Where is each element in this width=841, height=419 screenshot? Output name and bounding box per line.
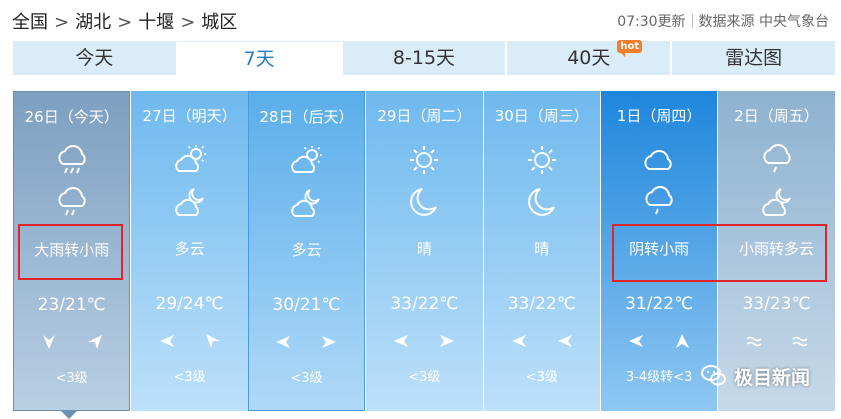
wind-east-icon <box>159 335 174 347</box>
temperature: 31/22℃ <box>625 294 694 314</box>
rain-cloud-icon <box>58 145 86 174</box>
temperature: 30/21℃ <box>272 295 341 315</box>
tab-7-days[interactable]: 7天 <box>175 41 341 75</box>
top-bar: 全国 > 湖北 > 十堰 > 城区 07:30更新 数据来源 中央气象台 <box>0 0 841 40</box>
wechat-icon <box>701 365 726 386</box>
wind-east-icon <box>511 335 526 347</box>
temperature: 29/24℃ <box>155 294 224 314</box>
tab-today[interactable]: 今天 <box>13 41 176 75</box>
weather-desc: 多云 <box>174 240 205 258</box>
hot-badge: hot <box>617 40 643 57</box>
tab-label: 雷达图 <box>725 47 783 69</box>
wind-level: <3级 <box>290 371 323 386</box>
day-date: 29日（周二） <box>377 107 472 125</box>
day-date: 28日（后天） <box>259 108 354 126</box>
watermark: 极目新闻 <box>700 362 810 390</box>
wind-variable-icon <box>791 336 808 347</box>
watermark-text: 极目新闻 <box>734 366 811 389</box>
temperature: 33/23℃ <box>742 294 811 314</box>
forecast-tabs: 今天 7天 8-15天 40天 hot 雷达图 <box>13 40 835 75</box>
rain-cloud-icon <box>645 186 673 215</box>
cloudy-icon <box>644 150 672 170</box>
weather-desc: 晴 <box>416 240 432 258</box>
day-card[interactable]: 29日（周二） 晴 33/22℃ <3级 <box>365 91 483 411</box>
breadcrumb-separator: > <box>54 12 70 33</box>
partly-cloudy-night-icon <box>761 188 791 216</box>
partly-cloudy-day-icon <box>291 146 323 173</box>
temperature: 33/22℃ <box>507 294 576 314</box>
highlight-box-day1 <box>18 224 123 280</box>
divider <box>691 14 693 28</box>
wind-level: <3级 <box>55 371 88 386</box>
wind-directions <box>484 331 600 353</box>
tab-label: 今天 <box>75 47 114 69</box>
update-info: 07:30更新 数据来源 中央气象台 <box>617 11 829 31</box>
wind-variable-icon <box>745 336 762 347</box>
weather-desc: 晴 <box>534 240 550 258</box>
wind-north-icon <box>42 335 55 349</box>
wind-west-icon <box>440 335 455 347</box>
highlight-box-day6 <box>612 224 827 282</box>
wind-level: <3级 <box>173 370 206 385</box>
day-date: 30日（周三） <box>494 107 589 125</box>
moon-icon <box>410 188 438 216</box>
day-date: 27日（明天） <box>142 107 237 125</box>
wind-directions <box>718 331 834 353</box>
tab-radar[interactable]: 雷达图 <box>670 41 835 75</box>
temperature: 23/21℃ <box>37 295 106 315</box>
sun-icon <box>527 146 556 174</box>
wind-level: <3级 <box>408 370 441 385</box>
day-date: 2日（周五） <box>734 107 819 125</box>
rain-cloud-icon <box>58 187 86 216</box>
wind-directions <box>14 332 129 354</box>
breadcrumb: 全国 > 湖北 > 十堰 > 城区 <box>12 8 237 34</box>
tab-label: 7天 <box>243 48 275 70</box>
partly-cloudy-night-icon <box>174 188 204 216</box>
wind-east-icon <box>557 335 572 347</box>
tab-40-days[interactable]: 40天 hot <box>505 40 671 75</box>
wind-directions <box>131 331 247 353</box>
wind-northeast-icon <box>676 334 690 348</box>
breadcrumb-item-city[interactable]: 十堰 <box>138 12 174 33</box>
wind-southwest-icon <box>205 334 220 348</box>
wind-directions <box>249 332 364 354</box>
wind-directions <box>366 331 482 353</box>
breadcrumb-item-country[interactable]: 全国 <box>12 12 48 33</box>
tab-8-15-days[interactable]: 8-15天 <box>340 41 506 75</box>
day-card[interactable]: 27日（明天） 多云 29/24℃ <3级 <box>130 91 248 411</box>
rain-cloud-icon <box>762 144 791 173</box>
wind-east-icon <box>276 336 291 348</box>
weather-desc: 多云 <box>291 241 322 259</box>
wind-west-icon <box>322 336 337 348</box>
tab-label: 40天 <box>567 47 611 69</box>
partly-cloudy-night-icon <box>291 189 321 217</box>
wind-east-icon <box>629 335 644 347</box>
sun-icon <box>410 146 439 174</box>
wind-east-icon <box>394 335 409 347</box>
day-date: 26日（今天） <box>24 108 119 126</box>
update-time: 07:30更新 <box>617 14 686 30</box>
tab-label: 8-15天 <box>392 47 456 69</box>
temperature: 33/22℃ <box>390 294 459 314</box>
partly-cloudy-day-icon <box>174 145 206 172</box>
breadcrumb-item-province[interactable]: 湖北 <box>75 12 111 33</box>
day-card[interactable]: 28日（后天） 多云 30/21℃ <3级 <box>247 91 366 411</box>
wind-directions <box>601 331 717 353</box>
data-source: 数据来源 中央气象台 <box>698 14 829 30</box>
moon-icon <box>527 188 555 216</box>
breadcrumb-separator: > <box>180 12 196 33</box>
wind-southwest-icon <box>87 335 102 349</box>
selected-pointer <box>61 411 77 419</box>
breadcrumb-item-district[interactable]: 城区 <box>201 12 237 33</box>
breadcrumb-separator: > <box>117 12 133 33</box>
day-date: 1日（周四） <box>616 107 702 125</box>
wind-level: <3级 <box>525 370 558 385</box>
day-card[interactable]: 30日（周三） 晴 33/22℃ <3级 <box>482 91 600 411</box>
